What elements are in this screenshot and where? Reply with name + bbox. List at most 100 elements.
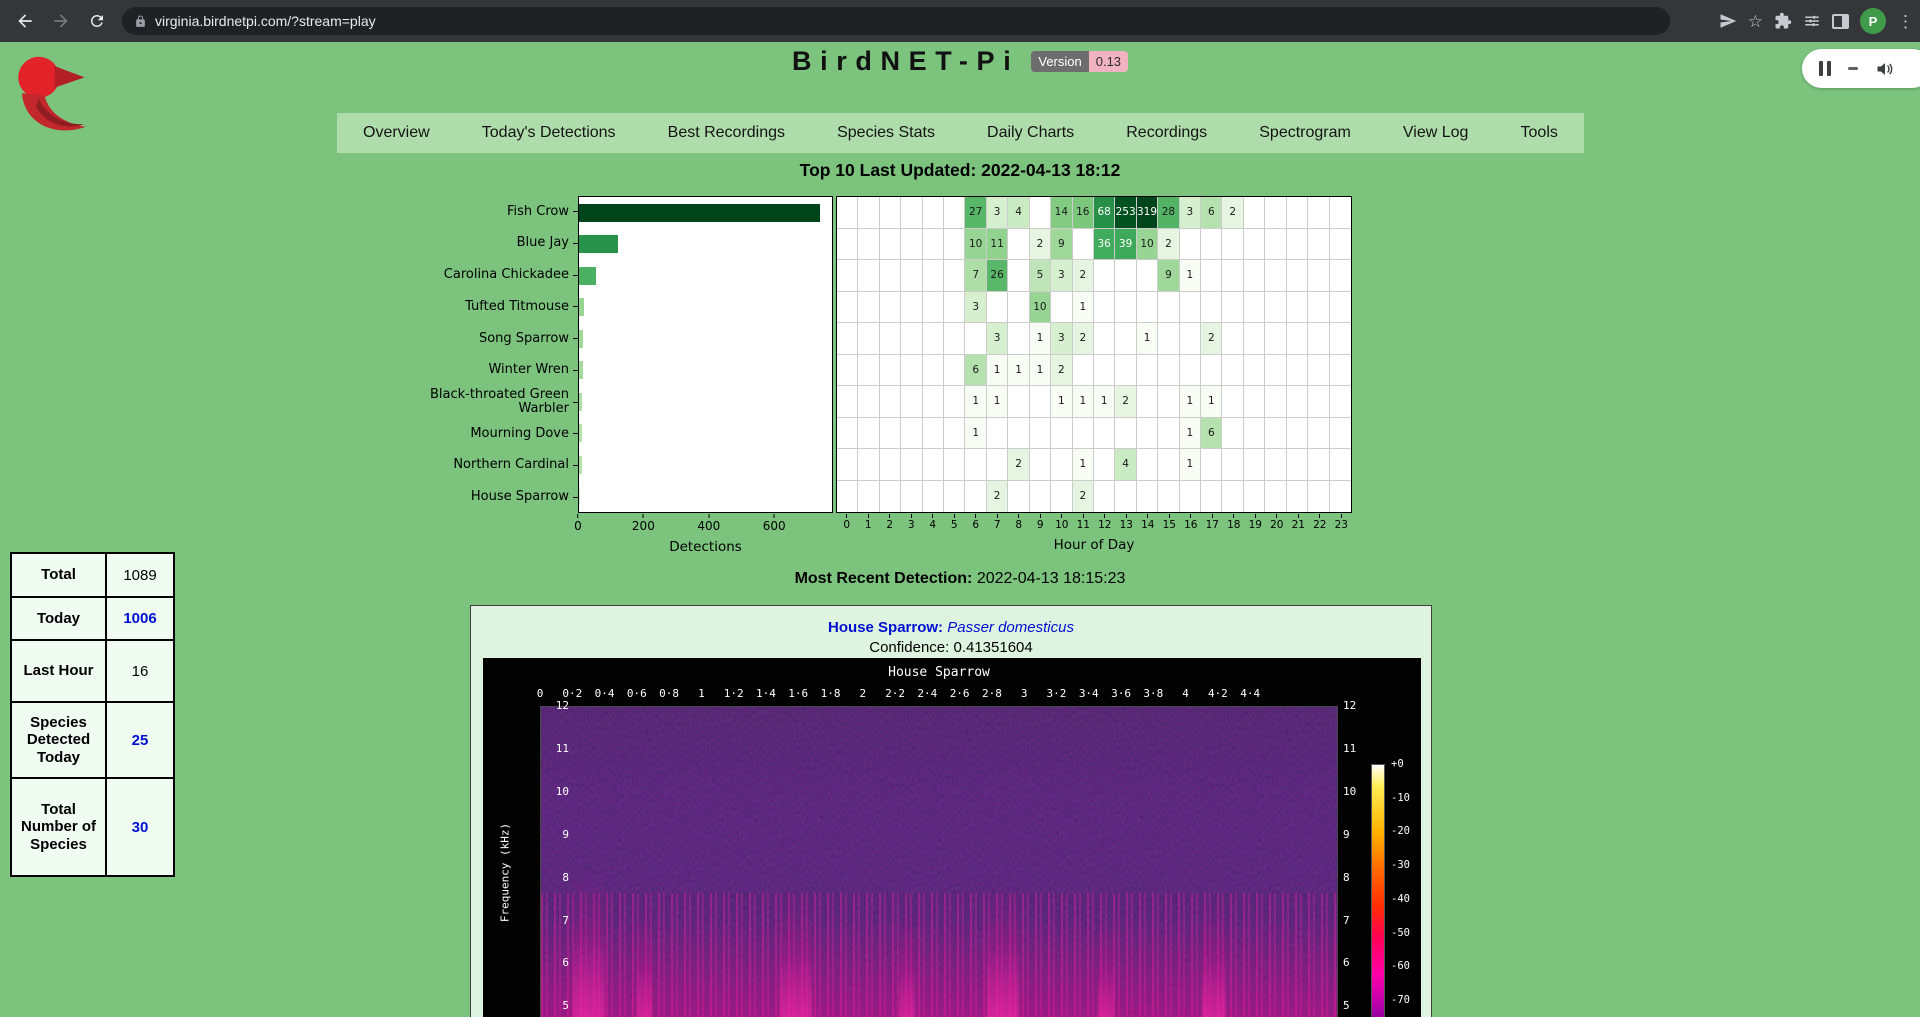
detection-bar bbox=[579, 235, 618, 253]
heatmap-cell bbox=[1030, 418, 1051, 450]
side-panel-icon[interactable] bbox=[1832, 14, 1849, 29]
time-tick-label: 3·4 bbox=[1079, 687, 1099, 700]
species-common-name[interactable]: House Sparrow: bbox=[828, 619, 943, 636]
kebab-menu-icon[interactable]: ⋮ bbox=[1897, 13, 1914, 30]
time-tick-label: 3 bbox=[1021, 687, 1028, 700]
heatmap-cell bbox=[858, 323, 879, 355]
heatmap-cell: 3 bbox=[965, 292, 986, 324]
heatmap-cell: 1 bbox=[1030, 323, 1051, 355]
forward-button[interactable] bbox=[46, 6, 76, 36]
species-label-row: Black-throated Green Warbler bbox=[390, 386, 578, 418]
heatmap-cell: 2 bbox=[1158, 229, 1179, 261]
tune-extension-icon[interactable] bbox=[1803, 12, 1821, 30]
heatmap-cell bbox=[1265, 229, 1286, 261]
nav-item-species-stats[interactable]: Species Stats bbox=[837, 124, 935, 142]
nav-item-recordings[interactable]: Recordings bbox=[1126, 124, 1207, 142]
heatmap-cell bbox=[923, 229, 944, 261]
stats-row-total-species: Total Number of Species 30 bbox=[11, 778, 174, 876]
heatmap-cell: 2 bbox=[1115, 386, 1136, 418]
profile-avatar[interactable]: P bbox=[1860, 8, 1886, 34]
species-label: Song Sparrow bbox=[479, 332, 569, 346]
audio-player[interactable] bbox=[1802, 49, 1920, 88]
nav-item-today-s-detections[interactable]: Today's Detections bbox=[482, 124, 616, 142]
heatmap-cell: 1 bbox=[1094, 386, 1115, 418]
extensions-puzzle-icon[interactable] bbox=[1774, 12, 1792, 30]
freq-tick-label: 12 bbox=[535, 699, 569, 712]
reload-button[interactable] bbox=[82, 6, 112, 36]
hour-tick: 11 bbox=[1073, 514, 1095, 536]
heatmap-cell bbox=[1244, 260, 1265, 292]
heatmap-cell: 1 bbox=[1180, 260, 1201, 292]
back-button[interactable] bbox=[10, 6, 40, 36]
heatmap-cell: 2 bbox=[1051, 355, 1072, 387]
bookmark-star-icon[interactable]: ☆ bbox=[1748, 13, 1763, 30]
freq-tick-label: 6 bbox=[535, 956, 569, 969]
url-bar[interactable]: virginia.birdnetpi.com/?stream=play bbox=[122, 7, 1670, 35]
nav-item-spectrogram[interactable]: Spectrogram bbox=[1259, 124, 1351, 142]
time-tick-label: 1 bbox=[698, 687, 705, 700]
heatmap-cell bbox=[1158, 355, 1179, 387]
speaker-icon[interactable] bbox=[1875, 59, 1895, 79]
time-tick-label: 3·8 bbox=[1143, 687, 1163, 700]
species-labels: Fish CrowBlue JayCarolina ChickadeeTufte… bbox=[390, 196, 578, 513]
time-tick-label: 1·4 bbox=[756, 687, 776, 700]
detection-bar bbox=[579, 204, 820, 222]
species-label: Winter Wren bbox=[488, 363, 569, 377]
heatmap-cell bbox=[1308, 418, 1329, 450]
nav-item-overview[interactable]: Overview bbox=[363, 124, 430, 142]
spectrogram-streak bbox=[1098, 923, 1114, 1017]
hour-tick: 6 bbox=[965, 514, 987, 536]
send-icon[interactable] bbox=[1719, 12, 1737, 30]
heatmap-cell bbox=[987, 292, 1008, 324]
nav-item-tools[interactable]: Tools bbox=[1521, 124, 1558, 142]
toolbar-nav-group bbox=[0, 6, 112, 36]
time-tick-label: 1·8 bbox=[821, 687, 841, 700]
detection-bar bbox=[579, 267, 596, 285]
heatmap-cell bbox=[1308, 229, 1329, 261]
version-value: 0.13 bbox=[1089, 51, 1128, 72]
stats-value-link[interactable]: 30 bbox=[106, 778, 174, 876]
heatmap-cell bbox=[1115, 260, 1136, 292]
spectrogram-streak bbox=[1202, 903, 1226, 1017]
heatmap-cell bbox=[1094, 355, 1115, 387]
hour-tick: 4 bbox=[922, 514, 944, 536]
heatmap-cell bbox=[901, 449, 922, 481]
heatmap-cell bbox=[880, 418, 901, 450]
heatmap-cell bbox=[1244, 386, 1265, 418]
hour-tick: 14 bbox=[1137, 514, 1159, 536]
species-label: Black-throated Green Warbler bbox=[419, 388, 569, 417]
heatmap-cell: 11 bbox=[987, 229, 1008, 261]
spectrogram-streak bbox=[573, 869, 605, 1017]
heatmap-cell bbox=[1115, 355, 1136, 387]
heatmap-cell bbox=[901, 229, 922, 261]
heatmap-cell bbox=[1030, 197, 1051, 229]
heatmap-cell bbox=[837, 197, 858, 229]
species-label-row: Mourning Dove bbox=[390, 418, 578, 450]
heatmap-cell bbox=[1051, 481, 1072, 513]
heatmap-cell bbox=[1287, 197, 1308, 229]
lock-icon bbox=[134, 15, 147, 28]
heatmap-cell: 253 bbox=[1115, 197, 1136, 229]
heatmap-cell bbox=[1222, 418, 1243, 450]
hour-tick: 9 bbox=[1030, 514, 1052, 536]
nav-item-view-log[interactable]: View Log bbox=[1403, 124, 1469, 142]
time-tick-label: 2·2 bbox=[885, 687, 905, 700]
heatmap-cell bbox=[1265, 418, 1286, 450]
stats-value-link[interactable]: 25 bbox=[106, 702, 174, 778]
heatmap-cell bbox=[1094, 323, 1115, 355]
heatmap-cell bbox=[944, 292, 965, 324]
stats-value-link[interactable]: 1006 bbox=[106, 597, 174, 640]
version-badge: Version 0.13 bbox=[1031, 51, 1128, 72]
heatmap-cell bbox=[1308, 260, 1329, 292]
heatmap-cell bbox=[1115, 481, 1136, 513]
species-latin-name[interactable]: Passer domesticus bbox=[947, 619, 1074, 636]
nav-item-daily-charts[interactable]: Daily Charts bbox=[987, 124, 1074, 142]
heatmap-cell bbox=[1330, 229, 1351, 261]
heatmap-cell: 1 bbox=[1008, 355, 1029, 387]
heatmap-cell bbox=[1222, 229, 1243, 261]
pause-icon[interactable] bbox=[1819, 61, 1831, 76]
heatmap-cell bbox=[1051, 449, 1072, 481]
nav-item-best-recordings[interactable]: Best Recordings bbox=[668, 124, 785, 142]
heatmap-cell: 3 bbox=[987, 197, 1008, 229]
heatmap-cell bbox=[1222, 260, 1243, 292]
